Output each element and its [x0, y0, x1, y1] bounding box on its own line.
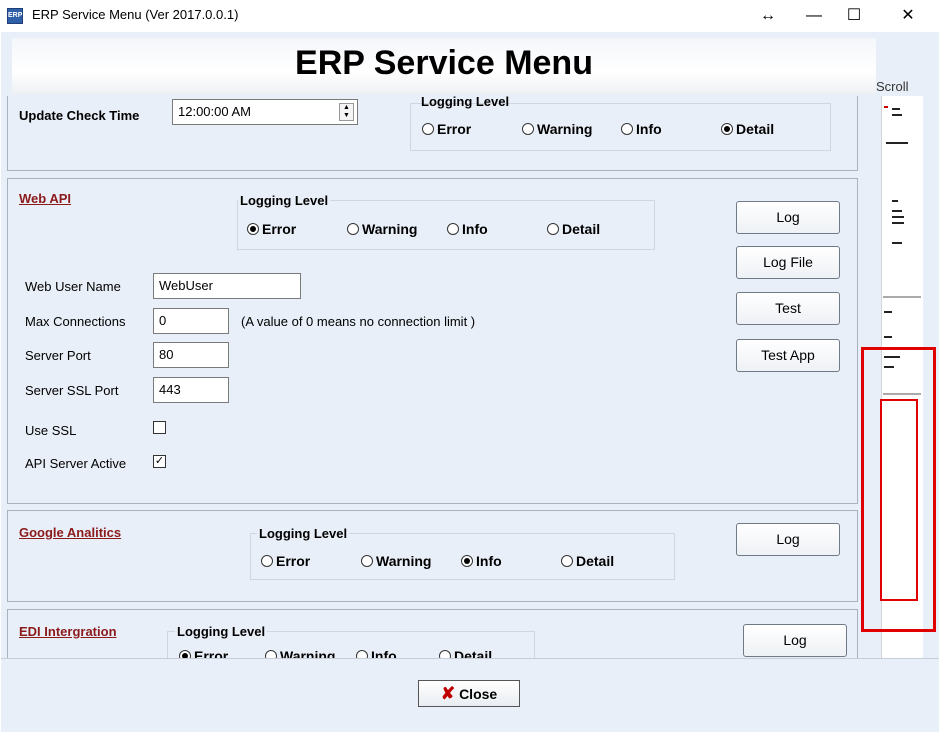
web-api-logging-label: Logging Level [238, 193, 331, 208]
web-user-name-label: Web User Name [25, 279, 121, 294]
general-logging-label: Logging Level [421, 96, 510, 109]
max-connections-note: (A value of 0 means no connection limit … [241, 314, 476, 329]
google-radio-info[interactable]: Info [461, 553, 502, 569]
edi-log-button[interactable]: Log [743, 624, 847, 657]
api-server-active-label: API Server Active [25, 456, 127, 471]
general-radio-detail[interactable]: Detail [721, 121, 774, 137]
web-api-test-app-button[interactable]: Test App [736, 339, 840, 372]
close-button[interactable]: ✘ Close [418, 680, 520, 707]
scroll-label: Scroll [876, 79, 909, 94]
web-api-radio-error[interactable]: Error [247, 221, 296, 237]
edi-radio-info[interactable]: Info [356, 648, 397, 658]
general-radio-error[interactable]: Error [422, 121, 471, 137]
radio-circle-selected [179, 650, 191, 658]
general-panel: Update Check Time 12:00:00 AM ▲ ▼ Logging… [7, 96, 858, 171]
web-api-radio-detail[interactable]: Detail [547, 221, 600, 237]
edi-radio-warning[interactable]: Warning [265, 648, 335, 658]
maximize-button[interactable]: ☐ [831, 2, 877, 30]
edi-radio-error[interactable]: Error [179, 648, 228, 658]
edi-radio-detail[interactable]: Detail [439, 648, 492, 658]
radio-circle-selected [461, 555, 473, 567]
radio-circle [621, 123, 633, 135]
radio-circle-selected [721, 123, 733, 135]
general-radio-warning[interactable]: Warning [522, 121, 592, 137]
max-connections-label: Max Connections [25, 314, 126, 329]
google-log-button[interactable]: Log [736, 523, 840, 556]
radio-circle [356, 650, 368, 658]
web-api-log-button[interactable]: Log [736, 201, 840, 234]
server-ssl-port-input[interactable]: 443 [153, 377, 229, 403]
close-button-label: Close [459, 685, 498, 702]
use-ssl-label: Use SSL [25, 423, 77, 438]
page-title: ERP Service Menu [295, 44, 593, 82]
web-user-name-input[interactable]: WebUser [153, 273, 301, 299]
google-radio-detail[interactable]: Detail [561, 553, 614, 569]
time-spinner[interactable]: ▲ ▼ [339, 103, 354, 121]
radio-circle [265, 650, 277, 658]
radio-circle [439, 650, 451, 658]
radio-circle [422, 123, 434, 135]
google-analytics-title-link[interactable]: Google Analitics [19, 525, 121, 540]
update-check-time-input[interactable]: 12:00:00 AM ▲ ▼ [172, 99, 358, 125]
server-ssl-port-label: Server SSL Port [25, 383, 119, 398]
google-radio-warning[interactable]: Warning [361, 553, 431, 569]
web-api-test-button[interactable]: Test [736, 292, 840, 325]
google-logging-label: Logging Level [257, 526, 350, 541]
edi-integration-panel: EDI Intergration Logging Level Error War… [7, 609, 858, 658]
server-port-input[interactable]: 80 [153, 342, 229, 368]
close-x-icon: ✘ [440, 683, 456, 703]
radio-circle [261, 555, 273, 567]
radio-circle [547, 223, 559, 235]
web-api-title-link[interactable]: Web API [19, 191, 71, 206]
api-server-active-checkbox[interactable]: ✓ [153, 455, 166, 468]
window-title: ERP Service Menu (Ver 2017.0.0.1) [32, 7, 239, 22]
max-connections-input[interactable]: 0 [153, 308, 229, 334]
google-analytics-panel: Google Analitics Logging Level Error War… [7, 510, 858, 602]
general-radio-info[interactable]: Info [621, 121, 662, 137]
update-check-label: Update Check Time [19, 108, 140, 123]
app-icon: ERP [7, 8, 23, 24]
use-ssl-checkbox[interactable] [153, 421, 166, 434]
radio-circle [361, 555, 373, 567]
radio-circle-selected [247, 223, 259, 235]
web-api-panel: Web API Logging Level Error Warning Info… [7, 178, 858, 504]
radio-circle [447, 223, 459, 235]
web-api-radio-info[interactable]: Info [447, 221, 488, 237]
google-radio-error[interactable]: Error [261, 553, 310, 569]
edi-logging-label: Logging Level [175, 624, 268, 639]
radio-circle [522, 123, 534, 135]
web-api-log-file-button[interactable]: Log File [736, 246, 840, 279]
minimap-selection-box [880, 399, 918, 601]
title-bar: ERP ERP Service Menu (Ver 2017.0.0.1) ↔ … [0, 0, 940, 32]
update-check-time-value: 12:00:00 AM [178, 104, 251, 119]
settings-scroll-area[interactable]: Update Check Time 12:00:00 AM ▲ ▼ Logging… [7, 96, 858, 658]
web-api-radio-warning[interactable]: Warning [347, 221, 417, 237]
radio-circle [561, 555, 573, 567]
edi-integration-title-link[interactable]: EDI Intergration [19, 624, 117, 639]
close-window-button[interactable]: ✕ [885, 2, 931, 30]
resize-arrows-icon[interactable]: ↔ [745, 2, 791, 30]
server-port-label: Server Port [25, 348, 91, 363]
radio-circle [347, 223, 359, 235]
